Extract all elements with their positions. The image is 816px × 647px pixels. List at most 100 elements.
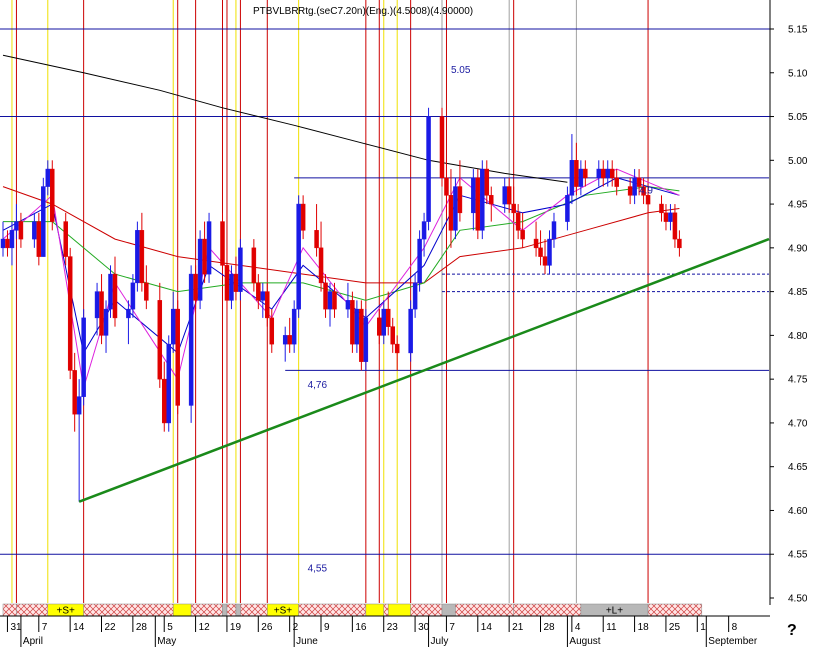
- candle-up: [565, 195, 570, 222]
- candle-up: [569, 160, 575, 196]
- y-tick-label: 5.00: [788, 156, 808, 167]
- candle-down: [444, 177, 449, 196]
- candle-up: [632, 177, 637, 196]
- help-icon[interactable]: ?: [787, 622, 797, 640]
- candle-up: [471, 177, 476, 214]
- annotation-label: 4.9: [639, 186, 653, 197]
- annotation-label: 4,55: [308, 564, 328, 575]
- x-month-label: June: [296, 636, 318, 647]
- candle-down: [300, 203, 306, 231]
- x-day-label: 22: [105, 622, 117, 633]
- strip-segment-gray: [235, 603, 241, 617]
- x-day-label: 28: [544, 622, 556, 633]
- x-day-label: 4: [575, 622, 581, 633]
- candle-down: [574, 160, 579, 187]
- candle-down: [583, 168, 588, 179]
- strip-segment-hatch: [513, 603, 582, 617]
- strip-segment-yellow: [365, 603, 385, 617]
- x-day-label: 16: [355, 622, 367, 633]
- candle-up: [578, 168, 584, 187]
- candle-down: [489, 195, 494, 205]
- candle-down: [50, 168, 55, 222]
- candle-up: [76, 396, 82, 415]
- candle-down: [233, 273, 239, 292]
- x-month-label: April: [23, 636, 43, 647]
- candle-down: [390, 326, 395, 345]
- candle-down: [318, 247, 324, 284]
- y-tick-label: 4.95: [788, 200, 808, 211]
- candlestick-chart: 5.05 4,76 4,55 4.9 +S+ +S+ +L+ 4.50 4.55 4.60 4.…: [0, 0, 816, 647]
- candle-down: [323, 282, 328, 310]
- candle-up: [229, 273, 234, 301]
- candle-down: [475, 177, 481, 231]
- candle-down: [377, 317, 382, 336]
- x-day-label: 18: [638, 622, 650, 633]
- candle-up: [41, 186, 46, 257]
- candle-down: [18, 221, 24, 240]
- x-day-label: 9: [324, 622, 330, 633]
- strip-label: +S+: [274, 606, 293, 617]
- strip-label: +S+: [57, 606, 76, 617]
- candle-up: [9, 230, 15, 249]
- candle-down: [457, 186, 463, 214]
- x-day-label: 30: [418, 622, 430, 633]
- x-day-label: 31: [10, 622, 22, 633]
- x-month-label: September: [708, 636, 758, 647]
- x-day-label: 21: [512, 622, 524, 633]
- candle-down: [484, 168, 490, 196]
- candle-down: [224, 265, 230, 301]
- candle-down: [99, 291, 104, 336]
- candle-up: [453, 186, 458, 231]
- candle-up: [354, 308, 360, 345]
- candle-down: [144, 282, 149, 301]
- candle-up: [345, 300, 351, 310]
- x-day-label: 7: [449, 622, 455, 633]
- candle-down: [394, 343, 400, 354]
- candle-down: [672, 212, 678, 240]
- x-day-label: 7: [42, 622, 48, 633]
- candle-up: [417, 238, 422, 284]
- candle-down: [251, 247, 257, 284]
- candle-up: [408, 308, 413, 354]
- strip-segment-hatch: [16, 603, 49, 617]
- x-day-label: 26: [261, 622, 273, 633]
- candle-up: [412, 282, 418, 310]
- annotation-label: 5.05: [451, 65, 471, 76]
- strip-segment-hatch: [83, 603, 174, 617]
- strip-segment-gray: [222, 603, 228, 617]
- candle-up: [81, 317, 86, 397]
- strip-segment-hatch: [455, 603, 514, 617]
- y-tick-label: 5.05: [788, 112, 808, 123]
- candle-down: [36, 221, 42, 257]
- candle-down: [63, 221, 68, 257]
- strip-segment-yellow: [387, 603, 411, 617]
- candle-down: [515, 212, 521, 231]
- strip-segment-hatch: [647, 603, 703, 617]
- candle-down: [269, 317, 275, 345]
- candle-up: [170, 308, 176, 345]
- y-tick-label: 5.15: [788, 25, 808, 36]
- candle-up: [381, 308, 387, 336]
- candle-down: [202, 238, 207, 275]
- candle-down: [265, 291, 270, 319]
- strip-segment-gray: [441, 603, 456, 617]
- candle-up: [0, 238, 6, 249]
- x-month-label: July: [431, 636, 449, 647]
- x-month-label: May: [157, 636, 176, 647]
- candle-up: [108, 273, 113, 310]
- x-day-label: 11: [606, 622, 617, 633]
- x-month-label: August: [569, 636, 600, 647]
- candle-down: [314, 230, 319, 249]
- candle-up: [130, 282, 136, 310]
- candle-up: [551, 221, 557, 240]
- candle-up: [363, 317, 369, 362]
- candle-down: [72, 370, 77, 415]
- candle-up: [103, 308, 109, 336]
- candle-down: [506, 186, 512, 205]
- candle-down: [609, 168, 615, 179]
- signal-strip: +S+ +S+ +L+: [0, 603, 770, 617]
- candle-down: [511, 203, 516, 214]
- candle-up: [605, 168, 610, 179]
- candle-down: [175, 308, 180, 406]
- candle-down: [601, 168, 606, 179]
